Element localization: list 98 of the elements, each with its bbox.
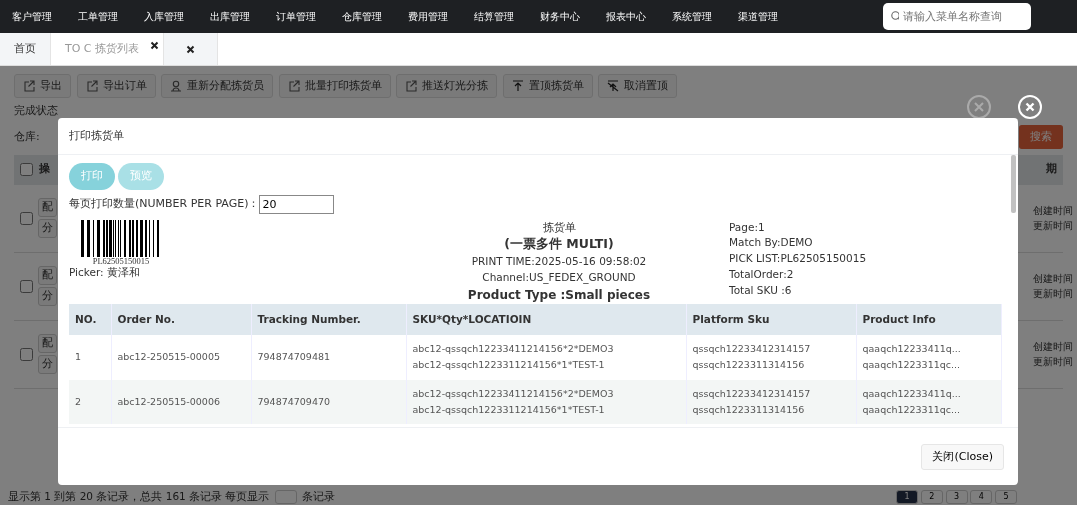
menu-item[interactable]: 仓库管理 (342, 9, 382, 24)
toolbar-button[interactable]: 置顶拣货单 (502, 74, 593, 98)
export-icon (287, 79, 300, 92)
table-cell-text: qssqch12233412314157 (692, 342, 812, 357)
close-button[interactable]: 关闭(Close) (921, 443, 1004, 470)
menu-item[interactable]: 工单管理 (78, 9, 118, 24)
info-text: Match By:DEMO (729, 235, 814, 251)
table-cell-text: abc12-qssqch1223311214156*1*TEST-1 (412, 402, 606, 417)
info-text: TotalOrder:2 (729, 266, 795, 282)
user-icon (170, 79, 182, 92)
print-time: PRINT TIME:2025-05-16 09:58:02 (471, 254, 647, 269)
toolbar-button[interactable]: 重新分配拣货员 (161, 74, 273, 98)
table-cell-text: qaaqch1223311qc... (862, 402, 962, 417)
number-field[interactable]: 20 (259, 195, 335, 214)
column-header: SKU*Qty*LOCATIOIN (406, 303, 686, 336)
sheet-subtitle: (一票多件 MULTI) (504, 235, 614, 254)
column-header: Product Info (856, 303, 1001, 336)
checkbox[interactable] (19, 279, 33, 293)
product-type: Product Type :Small pieces (467, 286, 651, 304)
menu-item[interactable]: 订单管理 (276, 9, 316, 24)
table-cell-text: qssqch1223311314156 (692, 402, 806, 417)
channel-text: Channel:US_FEDEX_GROUND (482, 269, 636, 286)
menu-item[interactable]: 结算管理 (474, 9, 514, 24)
field-label: 仓库: (14, 128, 40, 145)
row-text: 创建时间 (1033, 340, 1073, 354)
row-text: 更新时间 (1033, 219, 1073, 233)
table-cell-text: 2 (75, 394, 83, 409)
barcode-number: PL62505150015 (92, 256, 150, 265)
menu-item[interactable]: 费用管理 (408, 9, 448, 24)
table-cell-text: qaaqch12233411q... (862, 342, 962, 357)
column-header: Order No. (111, 303, 251, 336)
table-cell-text: qaaqch1223311qc... (862, 358, 962, 373)
info-text: Total SKU :6 (729, 282, 793, 298)
table-cell-text: abc12-qssqch12233411214156*2*DEMO3 (412, 386, 615, 401)
arrow-up-icon (511, 79, 524, 92)
row-button[interactable]: 配 (38, 334, 57, 353)
table-cell-text: qssqch1223311314156 (692, 358, 806, 373)
menu-item[interactable]: 客户管理 (12, 9, 52, 24)
toolbar-button[interactable]: 批量打印拣货单 (278, 74, 391, 98)
row-button[interactable]: 配 (38, 198, 57, 217)
tab[interactable]: 首页 (0, 33, 51, 65)
column-header: Tracking Number. (251, 303, 406, 336)
picker-text: Picker: 黄泽和 (69, 265, 141, 280)
export-icon (23, 79, 35, 92)
menu-item[interactable]: 出库管理 (210, 9, 250, 24)
page-button[interactable]: 4 (970, 490, 993, 504)
page-button[interactable]: 1 (896, 490, 918, 504)
toolbar-button[interactable]: 导出 (14, 74, 71, 98)
toolbar-button[interactable]: 推送灯光分拣 (396, 74, 497, 98)
field-label: 每页打印数量(NUMBER PER PAGE)： (69, 196, 260, 213)
page-button[interactable]: 5 (995, 490, 1017, 504)
table-cell-text: abc12-qssqch1223311214156*1*TEST-1 (412, 358, 606, 373)
column-header: 期 (1046, 161, 1057, 178)
info-text: Page:1 (729, 219, 766, 235)
column-header: NO. (69, 303, 111, 336)
menu-item[interactable]: 系统管理 (672, 9, 712, 24)
checkbox[interactable] (20, 163, 33, 176)
page-button[interactable]: 2 (920, 490, 943, 504)
checkbox[interactable] (19, 211, 33, 225)
menu-item[interactable]: 财务中心 (540, 9, 580, 24)
table-cell-text: abc12-qssqch12233411214156*2*DEMO3 (412, 342, 615, 357)
row-button[interactable]: 分 (38, 287, 57, 306)
toolbar-button[interactable]: 取消置顶 (598, 74, 677, 98)
column-header: 操 (38, 161, 50, 178)
table-cell-text: 1 (75, 350, 83, 365)
column-header: Platform Sku (686, 303, 856, 336)
modal-title: 打印拣货单 (69, 127, 124, 144)
menu-item[interactable]: 报表中心 (606, 9, 646, 24)
checkbox[interactable] (19, 347, 33, 361)
table-cell-text: 794874709481 (257, 350, 332, 365)
menu-item[interactable]: 入库管理 (144, 9, 184, 24)
close-icon[interactable] (186, 44, 196, 54)
table-cell-text: abc12-250515-00006 (117, 394, 221, 409)
arrow-up-icon (607, 79, 619, 92)
page-button[interactable]: 3 (945, 490, 968, 504)
row-button[interactable]: 分 (38, 219, 57, 238)
pagination-summary: 条记录 (302, 489, 336, 505)
row-text: 创建时间 (1033, 204, 1073, 218)
table-cell-text: abc12-250515-00005 (117, 350, 221, 365)
export-icon (405, 79, 417, 92)
info-text: PICK LIST:PL62505150015 (729, 251, 867, 266)
search-field[interactable]: 请输入菜单名称查询 (883, 3, 1031, 30)
menu-item[interactable]: 渠道管理 (738, 9, 778, 24)
export-icon (85, 79, 98, 92)
pagination-summary: 显示第 1 到第 20 条记录，总共 161 条记录 每页显示 (8, 489, 270, 505)
table-cell-text: 794874709470 (257, 394, 332, 409)
row-text: 更新时间 (1033, 355, 1073, 369)
row-text: 创建时间 (1033, 272, 1073, 286)
close-icon[interactable] (150, 40, 160, 50)
sheet-title: 拣货单 (542, 219, 576, 235)
table-cell-text: qaaqch12233411q... (862, 386, 962, 401)
search-icon (891, 11, 899, 22)
row-button[interactable]: 配 (38, 266, 57, 285)
row-button[interactable]: 分 (38, 355, 57, 374)
table-cell-text: qssqch12233412314157 (692, 386, 812, 401)
filter-label: 完成状态 (14, 103, 58, 119)
toolbar-button[interactable]: 导出订单 (76, 74, 156, 98)
row-text: 更新时间 (1033, 287, 1073, 301)
